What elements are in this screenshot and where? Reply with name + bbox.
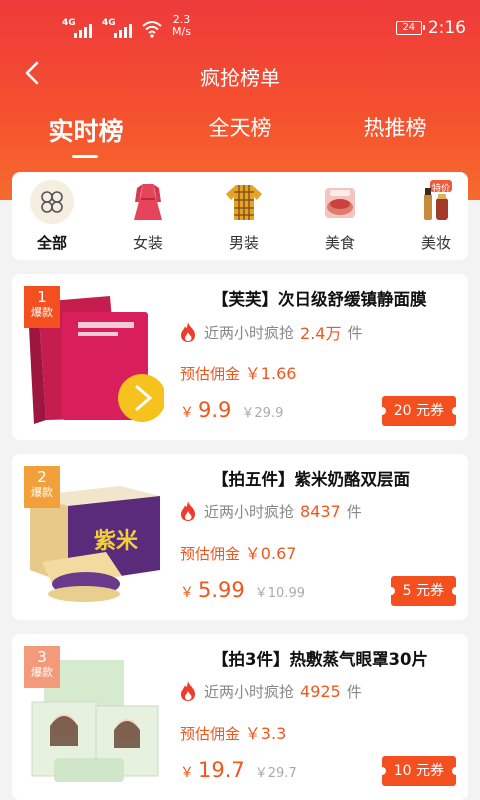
product-title: 【芙芙】次日级舒缓镇静面膜 xyxy=(212,290,427,309)
network-type-label-2: 4G xyxy=(102,18,116,28)
currency-symbol: ￥ xyxy=(180,585,194,601)
fire-icon xyxy=(181,501,195,521)
status-bar: 4G 4G 2.3 M/s 24 2:16 xyxy=(0,0,480,56)
sales-label: 近两小时疯抢 xyxy=(204,682,295,701)
commission: 预估佣金 ￥0.67 xyxy=(180,540,296,564)
page-title: 疯抢榜单 xyxy=(200,66,280,90)
category-label: 女装 xyxy=(132,234,163,252)
sales-label: 近两小时疯抢 xyxy=(204,502,295,521)
sales-unit: 件 xyxy=(346,682,362,701)
coupon-button[interactable]: 10 元券 xyxy=(377,756,461,786)
sales-unit: 件 xyxy=(347,323,363,342)
sales-count: 2.4万 xyxy=(300,324,342,343)
signal-icon-2: 4G xyxy=(102,18,132,38)
rank-tag: 爆款 xyxy=(31,486,53,499)
sales-label: 近两小时疯抢 xyxy=(204,323,295,342)
commission-label: 预估佣金 xyxy=(180,365,241,383)
currency-symbol: ￥ xyxy=(180,765,194,781)
commission: 预估佣金 ￥3.3 xyxy=(180,720,286,744)
product-card[interactable]: 紫米 2 爆款 【拍五件】紫米奶酪双层面 近两小时疯抢 8437 件 预估佣金 … xyxy=(12,454,468,620)
currency-symbol: ￥ xyxy=(180,405,194,421)
commission: 预估佣金 ￥1.66 xyxy=(180,360,296,384)
sales-unit: 件 xyxy=(346,502,362,521)
food-icon xyxy=(325,188,355,218)
sales-count: 4925 xyxy=(300,681,341,701)
shirt-icon xyxy=(226,185,262,220)
price-row: ￥ 9.9 ￥29.9 xyxy=(180,398,283,422)
network-speed: 2.3 M/s xyxy=(172,14,191,38)
sales-count: 8437 xyxy=(300,501,341,521)
sales-info: 近两小时疯抢 8437 件 xyxy=(178,500,362,522)
tab-all-day[interactable]: 全天榜 xyxy=(170,112,310,142)
category-label: 美食 xyxy=(324,234,355,252)
rank-tag: 爆款 xyxy=(31,666,53,679)
fire-icon xyxy=(181,322,195,342)
category-all[interactable]: 全部 xyxy=(12,172,92,260)
category-label: 男装 xyxy=(228,234,259,252)
rank-badge: 1 爆款 xyxy=(24,286,60,328)
clover-icon xyxy=(30,180,74,224)
dress-icon xyxy=(134,184,162,220)
product-card[interactable]: 1 爆款 【芙芙】次日级舒缓镇静面膜 近两小时疯抢 2.4万 件 预估佣金 ￥1… xyxy=(12,274,468,440)
price-row: ￥ 19.7 ￥29.7 xyxy=(180,758,297,782)
category-food[interactable]: 美食 xyxy=(300,172,380,260)
category-bar: 全部 女装 男装 美食 特价 美妆 xyxy=(12,172,468,260)
original-price: ￥29.7 xyxy=(254,766,297,781)
fire-icon xyxy=(181,681,195,701)
original-price: ￥29.9 xyxy=(241,406,284,421)
active-tab-indicator xyxy=(72,155,98,158)
current-price: 5.99 xyxy=(198,578,245,602)
commission-label: 预估佣金 xyxy=(180,545,241,563)
original-price: ￥10.99 xyxy=(254,586,305,601)
current-price: 9.9 xyxy=(198,398,232,422)
tab-realtime[interactable]: 实时榜 xyxy=(16,112,156,148)
tab-hot-recommend[interactable]: 热推榜 xyxy=(325,112,465,142)
battery-icon: 24 xyxy=(395,21,425,35)
wifi-icon xyxy=(142,21,162,38)
network-type-label: 4G xyxy=(62,18,76,28)
rank-number: 1 xyxy=(37,288,47,306)
speed-unit: M/s xyxy=(172,25,191,38)
rank-number: 2 xyxy=(37,468,47,486)
category-label: 全部 xyxy=(36,234,67,252)
price-row: ￥ 5.99 ￥10.99 xyxy=(180,578,305,602)
commission-value: ￥1.66 xyxy=(244,364,297,383)
commission-value: ￥3.3 xyxy=(244,724,287,743)
box-label: 紫米 xyxy=(94,528,139,554)
current-price: 19.7 xyxy=(198,758,245,782)
rank-badge: 2 爆款 xyxy=(24,466,60,508)
promo-badge: 特价 xyxy=(432,184,451,194)
category-label: 美妆 xyxy=(420,234,451,252)
coupon-button[interactable]: 5 元券 xyxy=(386,576,461,606)
product-card[interactable]: 3 爆款 【拍3件】热敷蒸气眼罩30片 近两小时疯抢 4925 件 预估佣金 ￥… xyxy=(12,634,468,800)
category-mens[interactable]: 男装 xyxy=(204,172,284,260)
product-title: 【拍3件】热敷蒸气眼罩30片 xyxy=(212,650,428,669)
signal-icon: 4G xyxy=(62,18,92,38)
sales-info: 近两小时疯抢 4925 件 xyxy=(178,680,362,702)
sales-info: 近两小时疯抢 2.4万 件 xyxy=(178,320,362,344)
rank-badge: 3 爆款 xyxy=(24,646,60,688)
clock: 2:16 xyxy=(427,18,466,38)
product-title: 【拍五件】紫米奶酪双层面 xyxy=(212,470,410,489)
rank-number: 3 xyxy=(37,648,47,666)
coupon-button[interactable]: 20 元券 xyxy=(377,396,461,426)
category-beauty[interactable]: 特价 美妆 xyxy=(396,172,468,260)
rank-tag: 爆款 xyxy=(31,306,53,319)
commission-value: ￥0.67 xyxy=(244,544,297,563)
category-womens[interactable]: 女装 xyxy=(108,172,188,260)
commission-label: 预估佣金 xyxy=(180,725,241,743)
